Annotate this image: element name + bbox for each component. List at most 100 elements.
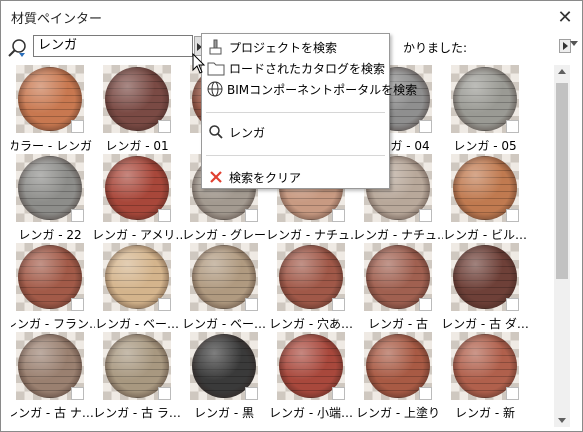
material-thumbnail[interactable] [16,154,84,222]
menu-item-search-loaded-catalog[interactable]: ロードされたカタログを検索 [202,58,389,78]
material-label: レンガ - 新 [455,406,515,420]
material-thumbnail[interactable] [451,332,519,400]
material-tile[interactable]: レンガ - 古 ラ… [93,332,184,420]
material-badge [71,298,84,311]
menu-item-clear-search[interactable]: 検索をクリア [202,167,389,187]
menu-item-search-bim-portal[interactable]: BIMコンポーネントポータルを検索 [202,79,417,99]
menu-separator [206,155,385,156]
material-tile[interactable]: カラー - レンガ [11,65,97,153]
material-badge [158,387,171,400]
globe-icon [206,80,224,98]
material-thumbnail[interactable] [16,65,84,133]
scroll-up-arrow-icon[interactable] [558,69,566,74]
material-tile[interactable]: レンガ - 22 [11,154,97,242]
material-tile[interactable]: レンガ - 古 [359,243,445,331]
material-thumbnail[interactable] [277,332,345,400]
brush-icon [206,38,226,56]
material-badge [245,298,258,311]
material-badge [245,387,258,400]
scroll-down-arrow-icon[interactable] [558,418,566,423]
material-badge [419,209,432,222]
material-badge [419,120,432,133]
material-tile[interactable]: レンガ - ベー… [95,243,184,331]
material-label: レンガ - 22 [18,228,82,242]
material-badge [71,387,84,400]
material-badge [332,209,345,222]
material-tile[interactable]: レンガ - 小端… [269,332,358,420]
menu-separator [206,112,385,113]
material-label: レンガ - 古 ナ… [11,406,94,420]
material-label: レンガ - 穴あ… [269,317,353,331]
material-tile[interactable]: レンガ - 上塗り [356,332,445,420]
search-scope-menu: プロジェクトを検索 ロードされたカタログを検索 BIMコンポーネントポータルを検… [201,33,417,189]
material-thumbnail[interactable] [103,154,171,222]
menu-item-search-project[interactable]: プロジェクトを検索 [202,37,389,57]
material-badge [419,387,432,400]
material-thumbnail[interactable] [364,243,432,311]
mouse-cursor-icon [192,53,206,74]
material-tile[interactable]: レンガ - 新 [446,332,532,420]
material-thumbnail[interactable] [16,332,84,400]
menu-item-label: レンガ [229,125,266,140]
material-label: レンガ - ベー… [182,317,266,331]
material-badge [506,298,519,311]
material-tile[interactable]: レンガ - 古 ダ… [441,243,532,331]
material-thumbnail[interactable] [364,332,432,400]
search-icon [206,123,226,141]
menu-item-label: 検索をクリア [229,170,302,185]
material-label: レンガ - ナチュ… [353,228,443,242]
material-thumbnail[interactable] [451,154,519,222]
material-tile[interactable]: レンガ - アメリ… [92,154,184,242]
material-label: レンガ - グレー [182,228,266,242]
material-thumbnail[interactable] [103,243,171,311]
material-tile[interactable]: レンガ - 01 [98,65,184,153]
material-tile[interactable]: レンガ - ビル… [443,154,532,242]
material-badge [419,298,432,311]
material-tile[interactable]: レンガ - 黒 [185,332,271,420]
close-button[interactable]: ✕ [548,1,582,33]
material-thumbnail[interactable] [451,243,519,311]
material-label: レンガ - ナチュ… [266,228,356,242]
material-tile[interactable]: レンガ - 05 [446,65,532,153]
material-thumbnail[interactable] [190,243,258,311]
material-label: レンガ - 古 ラ… [93,406,181,420]
material-label: レンガ - 05 [453,139,517,153]
material-label: レンガ - ビル… [443,228,527,242]
material-thumbnail[interactable] [451,65,519,133]
scroll-thumb[interactable] [556,83,568,279]
material-thumbnail[interactable] [277,243,345,311]
material-tile[interactable]: レンガ - 穴あ… [269,243,358,331]
material-badge [71,120,84,133]
material-thumbnail[interactable] [16,243,84,311]
material-badge [158,120,171,133]
material-badge [506,209,519,222]
title-bar: 材質ペインター ✕ [1,1,582,33]
material-label: レンガ - 01 [105,139,169,153]
material-tile[interactable]: レンガ - 古 ナ… [11,332,97,420]
material-label: レンガ - アメリ… [92,228,182,242]
material-label: レンガ - 黒 [194,406,254,420]
material-label: レンガ - 古 ダ… [441,317,529,331]
material-thumbnail[interactable] [103,65,171,133]
vertical-scrollbar[interactable] [554,65,570,427]
search-filter-icon[interactable] [7,37,29,59]
material-tile[interactable]: レンガ - ベー… [182,243,271,331]
material-badge [158,209,171,222]
menu-item-recent-search[interactable]: レンガ [202,122,389,142]
search-result-label: かりました: [403,41,468,55]
material-tile[interactable]: レンガ - フラン… [11,243,97,331]
chevron-down-icon[interactable] [570,41,578,46]
window-title: 材質ペインター [11,12,103,27]
material-thumbnail[interactable] [103,332,171,400]
material-thumbnail[interactable] [190,332,258,400]
search-input[interactable]: レンガ [33,35,193,57]
material-badge [71,209,84,222]
material-badge [506,387,519,400]
menu-item-label: プロジェクトを検索 [229,40,338,55]
material-label: カラー - レンガ [11,139,92,153]
material-badge [506,120,519,133]
menu-item-label: BIMコンポーネントポータルを検索 [227,82,418,97]
material-label: レンガ - 古 [368,317,428,331]
material-label: レンガ - フラン… [11,317,95,331]
material-label: レンガ - ベー… [95,317,179,331]
